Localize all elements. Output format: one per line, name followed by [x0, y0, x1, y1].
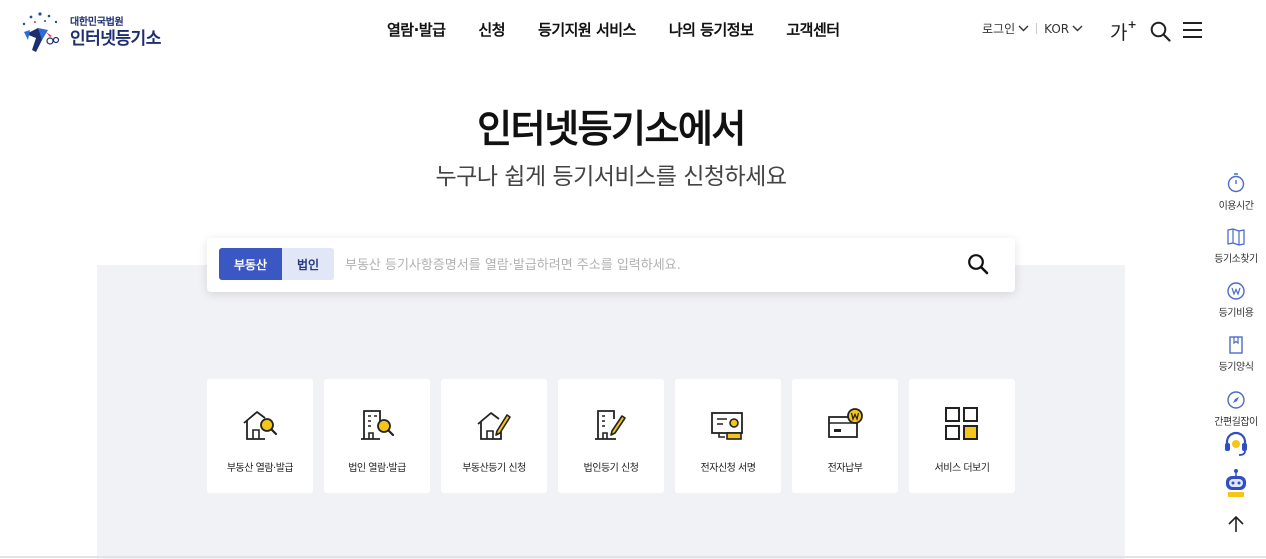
- quick-item-label: 간편길잡이: [1214, 417, 1258, 428]
- service-card-label: 전자신청 서명: [700, 463, 756, 474]
- document-icon: [1229, 336, 1243, 354]
- quick-item-label: 등기양식: [1218, 362, 1254, 373]
- quick-item-registry-cost[interactable]: 등기비용: [1208, 281, 1266, 319]
- hamburger-menu-icon: [1183, 22, 1202, 38]
- login-button[interactable]: 로그인: [982, 20, 1029, 37]
- stopwatch-icon: [1227, 173, 1245, 193]
- nav-item-customer-center[interactable]: 고객센터: [786, 19, 840, 40]
- compass-icon: [1227, 391, 1245, 409]
- divider: [0, 556, 1266, 558]
- service-card-label: 부동산 열람·발급: [226, 463, 294, 474]
- service-card-label: 서비스 더보기: [934, 463, 990, 474]
- service-cards: 부동산 열람·발급 법인 열람·발급 부동산등기 신청 법인등기 신청 전자신청…: [207, 379, 1026, 493]
- map-book-icon: [1227, 228, 1245, 246]
- service-card-real-estate-view[interactable]: 부동산 열람·발급: [207, 379, 313, 493]
- search-submit-button[interactable]: [967, 253, 989, 279]
- quick-item-service-hours[interactable]: 이용시간: [1208, 172, 1266, 212]
- nav-item-support-services[interactable]: 등기지원 서비스: [538, 19, 636, 40]
- service-card-label: 전자납부: [827, 463, 863, 474]
- chevron-down-icon: [1072, 25, 1083, 32]
- chatbot-robot-icon: [1226, 469, 1246, 497]
- service-card-e-signature[interactable]: 전자신청 서명: [675, 379, 781, 493]
- headset-icon: [1225, 431, 1247, 456]
- registry-search-box: 부동산 법인: [207, 238, 1015, 292]
- search-icon: [1150, 21, 1171, 42]
- hero-subtitle: 누구나 쉽게 등기서비스를 신청하세요: [435, 164, 788, 190]
- divider: [1036, 23, 1038, 34]
- e-payment-icon: [828, 408, 863, 438]
- logo-subtitle: 대한민국법원: [70, 17, 124, 28]
- font-size-button[interactable]: 가+: [1110, 18, 1137, 45]
- font-size-label: 가: [1110, 22, 1128, 44]
- house-search-icon: [243, 411, 278, 440]
- quick-item-easy-guide[interactable]: 간편길잡이: [1208, 390, 1266, 428]
- language-label: KOR: [1044, 21, 1070, 36]
- nav-item-my-registry[interactable]: 나의 등기정보: [669, 19, 754, 40]
- language-selector[interactable]: KOR: [1044, 22, 1083, 36]
- service-card-corporation-apply[interactable]: 법인등기 신청: [558, 379, 664, 493]
- quick-item-chatbot[interactable]: [1208, 468, 1266, 500]
- quick-item-support[interactable]: [1208, 430, 1266, 458]
- site-logo[interactable]: 대한민국법원 인터넷등기소: [18, 10, 161, 56]
- hero-title: 인터넷등기소에서: [477, 107, 746, 151]
- grid-more-icon: [945, 407, 978, 440]
- service-card-real-estate-apply[interactable]: 부동산등기 신청: [441, 379, 547, 493]
- quick-item-registry-forms[interactable]: 등기양식: [1208, 335, 1266, 373]
- page: 대한민국법원 인터넷등기소 열람·발급 신청 등기지원 서비스 나의 등기정보 …: [0, 0, 1266, 559]
- login-label: 로그인: [982, 22, 1016, 36]
- service-card-label: 법인 열람·발급: [348, 463, 406, 474]
- service-card-e-payment[interactable]: 전자납부: [792, 379, 898, 493]
- header-menu-button[interactable]: [1182, 21, 1203, 43]
- font-size-plus: +: [1127, 17, 1137, 31]
- quick-item-find-registry[interactable]: 등기소찾기: [1208, 227, 1266, 265]
- tab-real-estate[interactable]: 부동산: [219, 248, 282, 280]
- building-pencil-icon: [595, 410, 626, 440]
- service-card-corporation-view[interactable]: 법인 열람·발급: [324, 379, 430, 493]
- service-card-label: 부동산등기 신청: [462, 463, 526, 474]
- address-search-input[interactable]: [345, 250, 945, 280]
- e-signature-icon: [711, 412, 743, 440]
- court-emblem-icon: [22, 12, 60, 52]
- nav-item-apply[interactable]: 신청: [478, 19, 505, 40]
- quick-item-label: 등기소찾기: [1214, 254, 1258, 265]
- service-card-more-services[interactable]: 서비스 더보기: [909, 379, 1015, 493]
- logo-title: 인터넷등기소: [70, 29, 161, 49]
- quick-item-label: 이용시간: [1218, 201, 1254, 212]
- scroll-to-top-button[interactable]: [1208, 514, 1266, 534]
- service-card-label: 법인등기 신청: [583, 463, 639, 474]
- nav-item-view-issue[interactable]: 열람·발급: [387, 19, 446, 40]
- quick-item-label: 등기비용: [1218, 308, 1254, 319]
- won-coin-icon: [1227, 282, 1245, 300]
- header-search-button[interactable]: [1150, 21, 1171, 46]
- search-icon: [968, 254, 989, 275]
- building-search-icon: [361, 410, 395, 440]
- arrow-up-icon: [1228, 515, 1244, 532]
- chevron-down-icon: [1018, 25, 1029, 32]
- utility-links: 로그인 KOR: [982, 20, 1083, 37]
- main-navigation: 열람·발급 신청 등기지원 서비스 나의 등기정보 고객센터: [387, 19, 873, 40]
- house-pencil-icon: [477, 412, 511, 440]
- tab-corporation[interactable]: 법인: [282, 248, 334, 280]
